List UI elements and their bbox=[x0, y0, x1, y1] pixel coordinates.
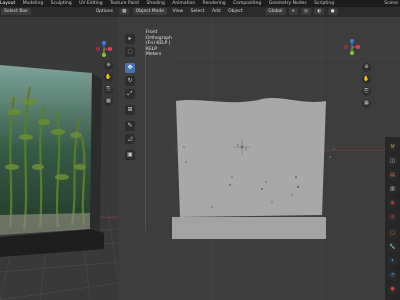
move-icon[interactable]: ✥ bbox=[125, 63, 135, 73]
rotate-icon[interactable]: ↻ bbox=[125, 76, 135, 86]
world-icon[interactable]: ◍ bbox=[388, 213, 397, 222]
left-viewport[interactable]: ⊕ ✋ ⎘ ▦ bbox=[0, 17, 118, 300]
left-select-mode-dropdown[interactable]: Select Box bbox=[1, 8, 31, 15]
left-options-menu[interactable]: Options bbox=[93, 7, 116, 17]
workspace-tab-modeling[interactable]: Modeling bbox=[23, 0, 43, 7]
transform-icon[interactable]: ⊞ bbox=[125, 105, 135, 115]
object-mode-dropdown[interactable]: Object Mode bbox=[132, 8, 168, 15]
pan-hand-icon[interactable]: ✋ bbox=[104, 73, 113, 82]
menu-view[interactable]: View bbox=[170, 7, 187, 17]
workspace-tab-texture-paint[interactable]: Texture Paint bbox=[110, 0, 139, 7]
main-viewport-left[interactable]: ▸ ◌ ✥ ↻ ⤢ ⊞ ✎ ◿ ▣ Front Orthographic (Fn… bbox=[118, 17, 176, 300]
snap-toggle-icon[interactable]: ⌖ bbox=[289, 8, 298, 15]
workspace-tab-sculpting[interactable]: Sculpting bbox=[51, 0, 72, 7]
view-layer-icon[interactable]: ▥ bbox=[388, 185, 397, 194]
workspace-tab-layout[interactable]: Layout bbox=[0, 0, 15, 7]
menu-select[interactable]: Select bbox=[188, 7, 208, 17]
main-viewport[interactable]: ⊕ ✋ ⎘ ▦ ⚒ ◫ ▤ ▥ ◉ ◍ ▢ 🔧 ✦ ◔ ● bbox=[172, 17, 400, 300]
left-navigation-gizmo[interactable] bbox=[96, 41, 112, 57]
workspace-tab-rendering[interactable]: Rendering bbox=[203, 0, 226, 7]
annotate-icon[interactable]: ✎ bbox=[125, 121, 135, 131]
add-cube-icon[interactable]: ▣ bbox=[125, 150, 135, 160]
scene-selector[interactable]: Scene bbox=[384, 0, 398, 7]
physics-icon[interactable]: ◔ bbox=[388, 271, 397, 280]
aquarium-render bbox=[0, 65, 118, 300]
workspace-tab-geometry-nodes[interactable]: Geometry Nodes bbox=[269, 0, 307, 7]
pan-hand-icon[interactable]: ✋ bbox=[362, 75, 371, 84]
workspace-tab-shading[interactable]: Shading bbox=[147, 0, 165, 7]
proportional-edit-icon[interactable]: ◎ bbox=[300, 8, 311, 15]
editor-type-icon[interactable]: ▦ bbox=[119, 8, 130, 15]
camera-icon[interactable]: ⎘ bbox=[362, 87, 371, 96]
overlay-toggle-icon[interactable]: ◐ bbox=[314, 8, 325, 15]
main-viewport-header: ▦ Object Mode View Select Add Object Glo… bbox=[118, 7, 400, 17]
workspace-tab-scripting[interactable]: Scripting bbox=[314, 0, 334, 7]
menu-add[interactable]: Add bbox=[209, 7, 224, 17]
camera-icon[interactable]: ⎘ bbox=[104, 85, 113, 94]
scale-icon[interactable]: ⤢ bbox=[125, 89, 135, 99]
grid-line bbox=[145, 31, 146, 231]
workspace-tab-uv-editing[interactable]: UV Editing bbox=[79, 0, 102, 7]
transform-orientation-dropdown[interactable]: Global bbox=[265, 8, 286, 15]
main-navigation-gizmo[interactable] bbox=[344, 39, 360, 55]
particles-icon[interactable]: ✦ bbox=[388, 257, 397, 266]
object-icon[interactable]: ▢ bbox=[388, 229, 397, 238]
workspace-tab-animation[interactable]: Animation bbox=[172, 0, 195, 7]
zoom-icon[interactable]: ⊕ bbox=[104, 61, 113, 70]
menu-object[interactable]: Object bbox=[225, 7, 246, 17]
left-viewport-header: Select Box Options bbox=[0, 7, 118, 17]
workspace-tabs-bar: Layout Modeling Sculpting UV Editing Tex… bbox=[0, 0, 400, 7]
scene-icon[interactable]: ◉ bbox=[388, 199, 397, 208]
modifier-icon[interactable]: 🔧 bbox=[388, 243, 397, 252]
measure-icon[interactable]: ◿ bbox=[125, 134, 135, 144]
shading-solid-icon[interactable]: ● bbox=[327, 8, 338, 15]
grid-view-icon[interactable]: ▦ bbox=[362, 99, 371, 108]
tool-icon[interactable]: ⚒ bbox=[388, 143, 397, 152]
kelp-model-front-view bbox=[172, 17, 400, 300]
material-icon[interactable]: ● bbox=[388, 285, 397, 294]
zoom-icon[interactable]: ⊕ bbox=[362, 63, 371, 72]
output-icon[interactable]: ▤ bbox=[388, 171, 397, 180]
workspace-tab-compositing[interactable]: Compositing bbox=[233, 0, 261, 7]
select-icon[interactable]: ◌ bbox=[125, 47, 135, 57]
cursor-icon[interactable]: ▸ bbox=[125, 34, 135, 44]
grid-view-icon[interactable]: ▦ bbox=[104, 97, 113, 106]
render-icon[interactable]: ◫ bbox=[388, 157, 397, 166]
properties-tabs: ⚒ ◫ ▤ ▥ ◉ ◍ ▢ 🔧 ✦ ◔ ● bbox=[385, 137, 400, 300]
